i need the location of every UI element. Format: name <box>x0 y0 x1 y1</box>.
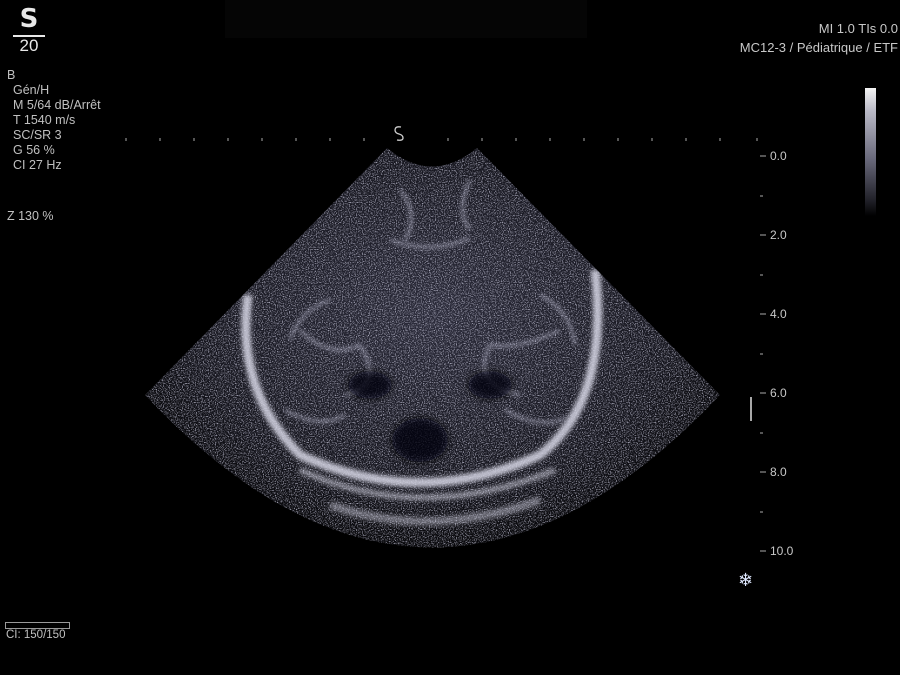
cine-counter: CI: 150/150 <box>6 629 66 641</box>
ultrasound-image[interactable] <box>0 0 900 675</box>
cine-progress-bar[interactable] <box>5 622 70 629</box>
depth-label-4: 4.0 <box>770 307 787 321</box>
orientation-marker-icon <box>394 126 404 141</box>
lateral-scale <box>125 138 758 141</box>
depth-label-2: 2.0 <box>770 228 787 242</box>
depth-label-10: 10.0 <box>770 544 794 558</box>
depth-label-6: 6.0 <box>770 386 787 400</box>
sector-scan <box>145 148 720 548</box>
depth-label-8: 8.0 <box>770 465 787 479</box>
snowflake-icon[interactable]: ❄ <box>738 570 753 591</box>
depth-label-0: 0.0 <box>770 149 787 163</box>
depth-scale <box>760 155 766 552</box>
